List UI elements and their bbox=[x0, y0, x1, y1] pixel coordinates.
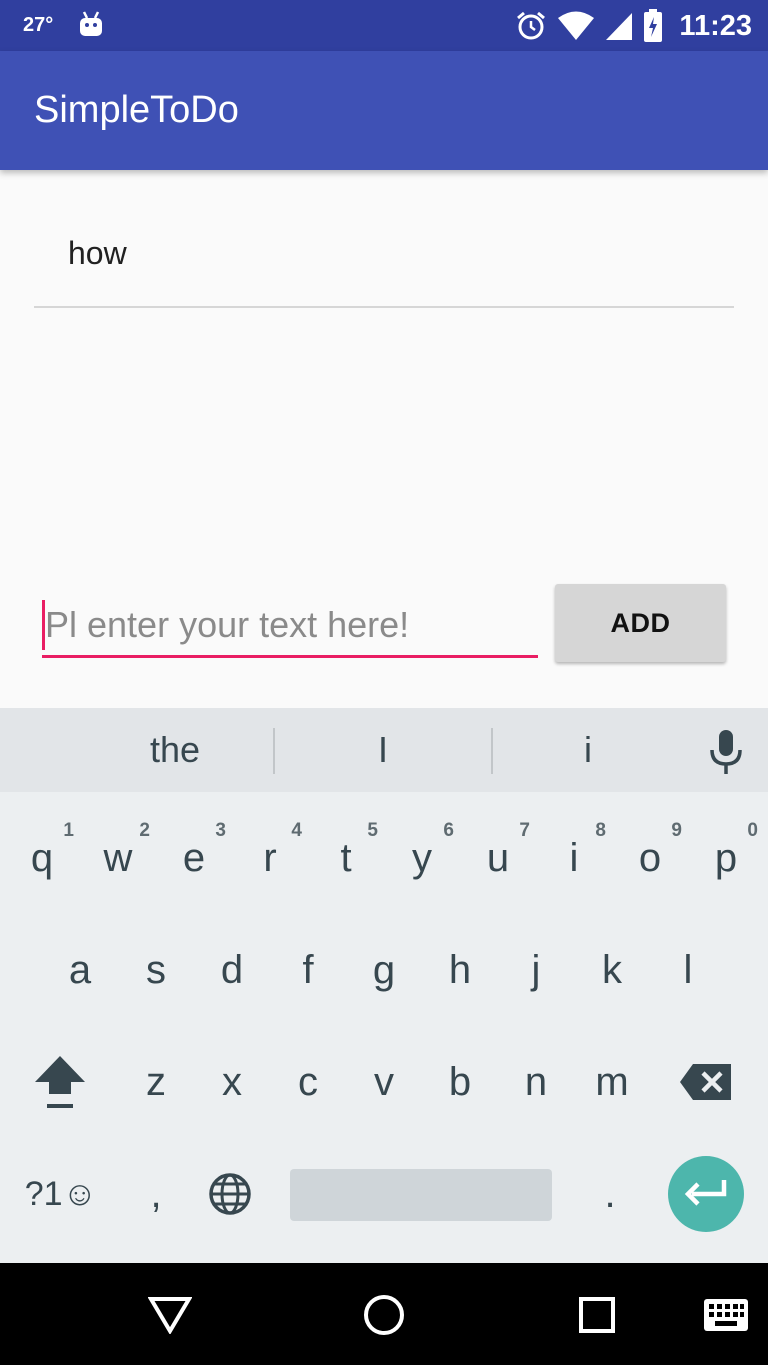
suggestion-strip: the I i bbox=[0, 708, 768, 792]
enter-icon bbox=[684, 1180, 727, 1206]
key-hint: 3 bbox=[215, 820, 226, 841]
app-bar: SimpleToDo bbox=[0, 51, 768, 170]
key-label: u bbox=[486, 835, 510, 880]
key-label: e bbox=[182, 835, 206, 880]
battery-icon bbox=[644, 9, 663, 42]
back-triangle-icon bbox=[148, 1297, 192, 1334]
suggestion-divider bbox=[273, 728, 275, 774]
key-label: r bbox=[263, 835, 277, 880]
suggestion-2[interactable]: I bbox=[285, 708, 481, 792]
key-u[interactable]: u7 bbox=[460, 808, 536, 908]
spacebar[interactable] bbox=[290, 1169, 552, 1221]
key-s[interactable]: s bbox=[118, 920, 194, 1020]
key-i[interactable]: i8 bbox=[536, 808, 612, 908]
key-label: p bbox=[714, 835, 738, 880]
key-y[interactable]: y6 bbox=[384, 808, 460, 908]
key-label: q bbox=[30, 835, 54, 880]
app-title: SimpleToDo bbox=[34, 89, 239, 131]
key-hint: 1 bbox=[63, 820, 74, 841]
todo-list: how bbox=[34, 200, 734, 308]
suggestion-3[interactable]: i bbox=[500, 708, 676, 792]
recents-button[interactable] bbox=[573, 1291, 621, 1339]
home-circle-icon bbox=[364, 1295, 404, 1335]
enter-key[interactable] bbox=[668, 1156, 744, 1232]
todo-item[interactable]: how bbox=[34, 200, 734, 308]
key-hint: 5 bbox=[367, 820, 378, 841]
add-button[interactable]: ADD bbox=[555, 584, 726, 662]
key-label: t bbox=[340, 835, 352, 880]
android-notification-icon bbox=[80, 11, 102, 36]
key-hint: 6 bbox=[443, 820, 454, 841]
key-d[interactable]: d bbox=[194, 920, 270, 1020]
key-m[interactable]: m bbox=[574, 1032, 650, 1132]
key-p[interactable]: p0 bbox=[688, 808, 764, 908]
suggestion-divider bbox=[491, 728, 493, 774]
back-button[interactable] bbox=[146, 1291, 194, 1339]
clock-text: 11:23 bbox=[679, 9, 752, 42]
key-r[interactable]: r4 bbox=[232, 808, 308, 908]
key-hint: 0 bbox=[747, 820, 758, 841]
todo-text-input[interactable] bbox=[42, 596, 538, 654]
key-label: o bbox=[638, 835, 662, 880]
key-label: y bbox=[412, 835, 432, 880]
key-n[interactable]: n bbox=[498, 1032, 574, 1132]
todo-input-container bbox=[42, 596, 538, 658]
shift-icon bbox=[35, 1056, 85, 1108]
key-hint: 8 bbox=[595, 820, 606, 841]
key-j[interactable]: j bbox=[498, 920, 574, 1020]
backspace-key[interactable] bbox=[668, 1032, 744, 1132]
comma-key[interactable]: , bbox=[118, 1144, 194, 1244]
temperature-text: 27° bbox=[23, 14, 54, 36]
key-hint: 2 bbox=[139, 820, 150, 841]
key-x[interactable]: x bbox=[194, 1032, 270, 1132]
key-k[interactable]: k bbox=[574, 920, 650, 1020]
key-b[interactable]: b bbox=[422, 1032, 498, 1132]
key-z[interactable]: z bbox=[118, 1032, 194, 1132]
microphone-icon[interactable] bbox=[706, 728, 746, 776]
key-o[interactable]: o9 bbox=[612, 808, 688, 908]
shift-key[interactable] bbox=[22, 1032, 98, 1132]
key-label: i bbox=[569, 835, 579, 880]
key-e[interactable]: e3 bbox=[156, 808, 232, 908]
cell-signal-icon bbox=[606, 13, 633, 40]
backspace-icon bbox=[680, 1064, 731, 1100]
keyboard-icon bbox=[704, 1299, 748, 1331]
key-c[interactable]: c bbox=[270, 1032, 346, 1132]
globe-icon bbox=[209, 1173, 251, 1215]
key-hint: 7 bbox=[519, 820, 530, 841]
language-key[interactable] bbox=[192, 1144, 268, 1244]
home-button[interactable] bbox=[360, 1291, 408, 1339]
key-hint: 4 bbox=[291, 820, 302, 841]
navigation-bar bbox=[0, 1263, 768, 1365]
suggestion-1[interactable]: the bbox=[80, 708, 270, 792]
key-l[interactable]: l bbox=[650, 920, 726, 1020]
key-g[interactable]: g bbox=[346, 920, 422, 1020]
symbols-key[interactable]: ?1☺ bbox=[18, 1144, 104, 1244]
key-t[interactable]: t5 bbox=[308, 808, 384, 908]
key-w[interactable]: w2 bbox=[80, 808, 156, 908]
alarm-icon bbox=[517, 11, 546, 40]
key-q[interactable]: q1 bbox=[4, 808, 80, 908]
period-key[interactable]: . bbox=[572, 1144, 648, 1244]
status-bar: 27° 11:23 bbox=[0, 0, 768, 51]
key-v[interactable]: v bbox=[346, 1032, 422, 1132]
keyboard-switch-button[interactable] bbox=[702, 1291, 750, 1339]
key-a[interactable]: a bbox=[42, 920, 118, 1020]
soft-keyboard: the I i q1 w2 e3 r4 t5 y6 u7 i8 o9 p0 a … bbox=[0, 708, 768, 1263]
wifi-icon bbox=[558, 11, 595, 40]
key-label: w bbox=[103, 835, 133, 880]
key-f[interactable]: f bbox=[270, 920, 346, 1020]
key-h[interactable]: h bbox=[422, 920, 498, 1020]
key-hint: 9 bbox=[671, 820, 682, 841]
recents-square-icon bbox=[579, 1297, 615, 1333]
